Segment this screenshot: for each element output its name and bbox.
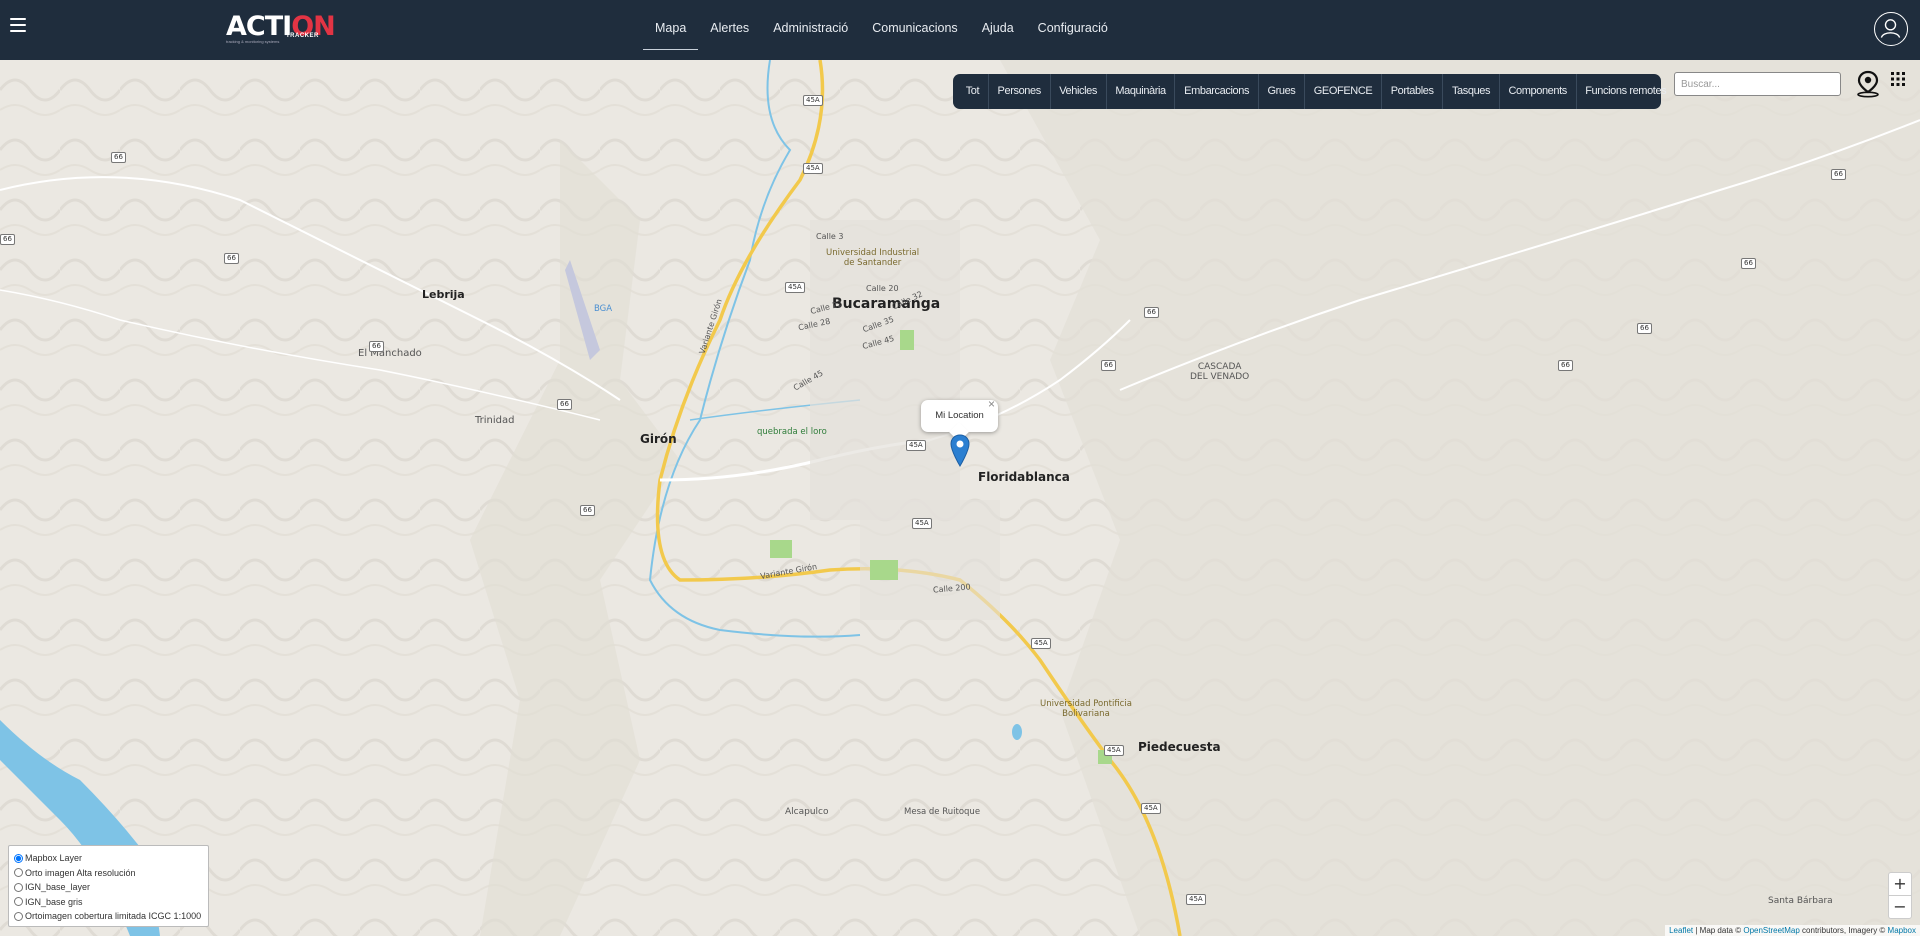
road-shield-66: 66 — [369, 341, 384, 352]
poi-airport-bga: BGA — [594, 304, 613, 314]
logo-subtext: TRACKER — [286, 33, 319, 39]
place-bucaramanga: Bucaramanga — [832, 296, 941, 312]
road-shield-66: 66 — [1101, 360, 1116, 371]
road-shield-66: 66 — [1637, 323, 1652, 334]
filter-tot[interactable]: Tot — [957, 74, 989, 109]
place-floridablanca: Floridablanca — [978, 470, 1070, 484]
zoom-control: + − — [1888, 872, 1912, 919]
road-shield-45a: 45A — [785, 282, 805, 293]
layer-option-orto[interactable]: Orto imagen Alta resolución — [14, 866, 203, 881]
layer-option-mapbox[interactable]: Mapbox Layer — [14, 851, 203, 866]
place-lebrija: Lebrija — [422, 288, 465, 301]
street-calle-3: Calle 3 — [816, 232, 844, 241]
menu-icon[interactable] — [10, 18, 26, 32]
nav-configuracio[interactable]: Configuració — [1026, 0, 1120, 60]
zoom-out-button[interactable]: − — [1889, 896, 1911, 919]
filter-persones[interactable]: Persones — [989, 74, 1051, 109]
place-cascada-del-venado: CASCADA DEL VENADO — [1190, 362, 1250, 382]
main-nav: Mapa Alertes Administració Comunicacions… — [643, 0, 1120, 60]
nav-mapa[interactable]: Mapa — [643, 0, 699, 60]
road-shield-45a: 45A — [1031, 638, 1051, 649]
layer-radio[interactable] — [14, 882, 23, 892]
filter-geofence[interactable]: GEOFENCE — [1305, 74, 1382, 109]
mapbox-link[interactable]: Mapbox — [1888, 926, 1916, 935]
road-shield-66: 66 — [0, 234, 15, 245]
search-input[interactable] — [1674, 72, 1841, 96]
road-shield-66: 66 — [1144, 307, 1159, 318]
nav-ajuda[interactable]: Ajuda — [970, 0, 1026, 60]
place-mesa-de-ruitoque: Mesa de Ruitoque — [904, 807, 981, 817]
road-shield-45a: 45A — [1104, 745, 1124, 756]
layer-option-ign-base[interactable]: IGN_base_layer — [14, 880, 203, 895]
road-shield-66: 66 — [580, 505, 595, 516]
street-calle-20: Calle 20 — [866, 284, 899, 293]
layer-option-ign-gris[interactable]: IGN_base gris — [14, 895, 203, 910]
my-location-icon[interactable] — [1855, 70, 1881, 98]
nav-alertes[interactable]: Alertes — [698, 0, 761, 60]
poi-quebrada-el-loro: quebrada el loro — [757, 427, 827, 437]
road-shield-66: 66 — [224, 253, 239, 264]
filter-tasques[interactable]: Tasques — [1443, 74, 1500, 109]
filter-embarcacions[interactable]: Embarcacions — [1175, 74, 1259, 109]
place-santa-barbara: Santa Bárbara — [1768, 896, 1833, 906]
map-canvas[interactable]: Bucaramanga Floridablanca Girón Piedecue… — [0, 60, 1920, 936]
nav-administracio[interactable]: Administració — [761, 0, 860, 60]
map-attribution: Leaflet | Map data © OpenStreetMap contr… — [1665, 925, 1920, 936]
filter-maquinaria[interactable]: Maquinària — [1107, 74, 1176, 109]
road-shield-66: 66 — [1558, 360, 1573, 371]
filter-vehicles[interactable]: Vehicles — [1051, 74, 1107, 109]
zoom-in-button[interactable]: + — [1889, 873, 1911, 896]
road-shield-66: 66 — [1831, 169, 1846, 180]
road-shield-66: 66 — [557, 399, 572, 410]
nav-comunicacions[interactable]: Comunicacions — [860, 0, 969, 60]
road-shield-45a: 45A — [1186, 894, 1206, 905]
layer-radio[interactable] — [14, 853, 23, 863]
popup-close-icon[interactable]: × — [988, 388, 995, 420]
location-popup: × Mi Location — [921, 397, 998, 442]
place-giron: Girón — [640, 432, 677, 446]
place-trinidad: Trinidad — [475, 415, 515, 426]
osm-link[interactable]: OpenStreetMap — [1743, 926, 1799, 935]
layer-radio[interactable] — [14, 868, 23, 878]
top-navbar: ACTION TRACKER tracking & monitoring sys… — [0, 0, 1920, 60]
layer-radio[interactable] — [14, 897, 23, 907]
filter-portables[interactable]: Portables — [1382, 74, 1444, 109]
popup-text: Mi Location — [935, 410, 984, 421]
road-shield-45a: 45A — [906, 440, 926, 451]
road-shield-45a: 45A — [803, 163, 823, 174]
poi-upb: Universidad Pontificia Bolivariana — [1040, 699, 1132, 719]
place-piedecuesta: Piedecuesta — [1138, 740, 1221, 754]
filter-components[interactable]: Components — [1500, 74, 1577, 109]
road-shield-45a: 45A — [912, 518, 932, 529]
road-shield-66: 66 — [1741, 258, 1756, 269]
layer-switcher: Mapbox Layer Orto imagen Alta resolución… — [8, 845, 209, 927]
logo-tagline: tracking & monitoring systems — [226, 39, 280, 44]
layer-radio[interactable] — [14, 911, 23, 921]
location-marker-icon[interactable] — [950, 434, 970, 467]
category-filter-bar: Tot Persones Vehicles Maquinària Embarca… — [953, 74, 1667, 109]
poi-uis: Universidad Industrial de Santander — [826, 248, 920, 268]
filter-funcions-remotes[interactable]: Funcions remotes — [1577, 74, 1675, 109]
leaflet-link[interactable]: Leaflet — [1669, 926, 1693, 935]
filter-grues[interactable]: Grues — [1259, 74, 1306, 109]
place-el-manchado: El Manchado — [358, 348, 422, 359]
place-alcapulco: Alcapulco — [785, 807, 829, 817]
road-shield-66: 66 — [111, 152, 126, 163]
road-shield-45a: 45A — [803, 95, 823, 106]
user-avatar-icon[interactable] — [1874, 12, 1908, 46]
map-terrain — [0, 60, 1920, 936]
road-shield-45a: 45A — [1141, 803, 1161, 814]
actiontracker-logo[interactable]: ACTION TRACKER tracking & monitoring sys… — [226, 12, 336, 46]
apps-grid-icon[interactable] — [1890, 71, 1906, 87]
layer-option-icgc[interactable]: Ortoimagen cobertura limitada ICGC 1:100… — [14, 909, 203, 924]
